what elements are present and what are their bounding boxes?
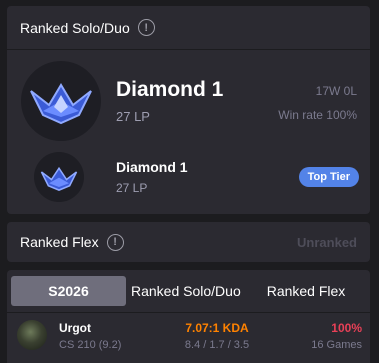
current-lp: 27 LP [116, 109, 150, 124]
champion-cs: CS 210 (9.2) [59, 339, 122, 351]
divider [7, 49, 370, 50]
season-tabs: S2026 Ranked Solo/Duo Ranked Flex [11, 276, 366, 306]
tab-ranked-solo-duo[interactable]: Ranked Solo/Duo [126, 276, 246, 306]
info-icon[interactable]: ! [137, 19, 155, 36]
ranked-solo-duo-card: Ranked Solo/Duo ! Diamond 1 27 LP 17W 0L… [7, 6, 370, 214]
champion-kda-ratio: 7.07:1 KDA [185, 321, 249, 335]
champion-stats-card: S2026 Ranked Solo/Duo Ranked Flex Urgot … [7, 270, 370, 363]
champion-kda: 8.4 / 1.7 / 3.5 [184, 339, 250, 351]
flex-header: Ranked Flex ! [20, 233, 124, 251]
flex-status: Unranked [297, 234, 357, 250]
ranked-flex-card: Ranked Flex ! Unranked [7, 222, 370, 262]
diamond-emblem-small-icon [34, 152, 84, 202]
peak-lp: 27 LP [116, 181, 148, 195]
info-icon[interactable]: ! [106, 233, 124, 251]
tab-ranked-flex[interactable]: Ranked Flex [246, 276, 366, 306]
diamond-emblem-icon [21, 61, 101, 141]
champion-games: 16 Games [311, 339, 362, 351]
win-loss-record: 17W 0L [315, 84, 357, 98]
champion-win-rate: 100% [331, 321, 362, 335]
champion-name[interactable]: Urgot [59, 321, 91, 335]
divider [7, 312, 370, 313]
top-tier-badge: Top Tier [298, 167, 359, 187]
solo-duo-header: Ranked Solo/Duo ! [7, 6, 370, 49]
flex-title: Ranked Flex [20, 234, 99, 250]
current-tier: Diamond 1 [116, 78, 224, 101]
solo-duo-title: Ranked Solo/Duo [20, 19, 130, 36]
urgot-champion-icon[interactable] [17, 320, 47, 350]
win-rate: Win rate 100% [278, 108, 357, 122]
tab-s2026[interactable]: S2026 [11, 276, 126, 306]
peak-tier: Diamond 1 [116, 159, 188, 175]
